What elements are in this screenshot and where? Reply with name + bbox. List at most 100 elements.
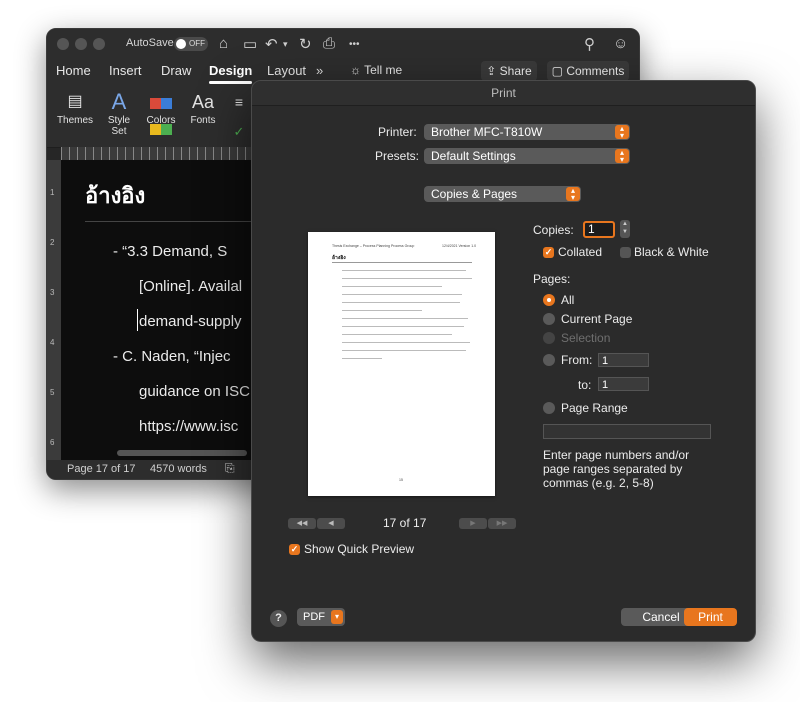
preview-rule <box>332 262 472 263</box>
horizontal-scrollbar[interactable] <box>117 450 247 456</box>
more-options-icon[interactable]: ••• <box>349 39 360 50</box>
themes-button[interactable]: ▤ Themes <box>55 89 95 126</box>
copies-stepper[interactable]: ▲ ▼ <box>620 220 630 238</box>
document-line: guidance on ISC <box>139 383 250 400</box>
text-cursor <box>137 309 138 331</box>
fonts-button[interactable]: Aa Fonts <box>185 89 221 126</box>
show-quick-preview-checkbox[interactable]: ✓ <box>289 544 300 555</box>
document-line: https://www.isc <box>139 418 239 435</box>
colors-icon <box>143 89 179 135</box>
help-button[interactable]: ? <box>270 610 287 627</box>
redo-icon[interactable]: ↻ <box>299 35 312 53</box>
preview-text-line <box>342 270 466 271</box>
horizontal-ruler[interactable] <box>61 147 261 160</box>
from-radio[interactable] <box>543 354 555 366</box>
tab-design[interactable]: Design <box>209 63 253 84</box>
home-icon[interactable]: ⌂ <box>219 35 228 52</box>
themes-icon: ▤ <box>67 93 83 110</box>
print-preview-page: Thesis Exchange – Process Planning Proce… <box>308 232 495 496</box>
printer-select[interactable]: Brother MFC-T810W ▴ ▾ <box>424 124 630 140</box>
title-bar: AutoSave OFF ⌂ ▭ ↶ ▾ ↻ ⎙ ••• ⚲ ☺ <box>47 29 639 59</box>
comments-label: Comments <box>566 64 625 78</box>
lightbulb-icon: ☼ <box>350 63 365 77</box>
page-range-label: Page Range <box>561 401 628 415</box>
copies-input[interactable]: 1 <box>583 221 615 238</box>
selection-label: Selection <box>561 331 611 345</box>
style-set-label-1: Style <box>107 115 131 126</box>
search-icon[interactable]: ⚲ <box>584 35 595 53</box>
pdf-menu-button[interactable]: PDF ▾ <box>297 608 345 626</box>
presets-value: Default Settings <box>431 149 516 163</box>
preview-text-line <box>342 350 466 351</box>
feedback-smiley-icon[interactable]: ☺ <box>613 35 628 52</box>
zoom-window-button[interactable] <box>93 38 105 50</box>
minimize-window-button[interactable] <box>75 38 87 50</box>
to-field[interactable]: 1 <box>598 377 649 391</box>
ruler-number: 3 <box>50 288 55 297</box>
tab-layout[interactable]: Layout <box>267 63 306 78</box>
page-range-field[interactable] <box>543 424 711 439</box>
presets-select[interactable]: Default Settings ▴ ▾ <box>424 148 630 164</box>
ruler-number: 6 <box>50 438 55 447</box>
preview-header-right: 12/4/2021 Version 1.0 <box>442 244 477 248</box>
themes-label: Themes <box>56 115 94 126</box>
undo-dropdown-icon[interactable]: ▾ <box>283 39 288 50</box>
page-indicator[interactable]: Page 17 of 17 <box>67 463 136 475</box>
pages-label: Pages: <box>533 272 571 286</box>
word-count[interactable]: 4570 words <box>150 463 207 475</box>
from-label: From: <box>561 353 593 367</box>
page-counter: 17 of 17 <box>383 516 427 530</box>
print-button[interactable]: Print <box>684 608 737 626</box>
page-range-radio[interactable] <box>543 402 555 414</box>
section-value: Copies & Pages <box>431 187 518 201</box>
tab-draw[interactable]: Draw <box>161 63 191 78</box>
copies-label: Copies: <box>533 223 574 237</box>
save-icon[interactable]: ▭ <box>243 35 257 53</box>
print-icon[interactable]: ⎙ <box>323 35 335 52</box>
ruler-number: 4 <box>50 338 55 347</box>
preview-page-number: 15 <box>399 478 403 482</box>
undo-icon[interactable]: ↶ <box>265 35 278 53</box>
document-line: [Online]. Availal <box>139 278 243 295</box>
share-button[interactable]: ⇪ Share <box>481 61 537 81</box>
preview-header-left: Thesis Exchange – Process Planning Proce… <box>332 244 415 248</box>
fonts-label: Fonts <box>190 115 216 126</box>
style-set-icon: A <box>111 89 127 114</box>
tell-me-search[interactable]: ☼ Tell me <box>350 63 402 77</box>
next-page-button[interactable]: ▶ <box>459 518 487 529</box>
selection-radio[interactable] <box>543 332 555 344</box>
set-as-default-button[interactable]: ✓ <box>229 119 249 145</box>
collated-checkbox[interactable]: ✓ <box>543 247 554 258</box>
to-label: to: <box>578 378 592 392</box>
previous-page-button[interactable]: ◀ <box>317 518 345 529</box>
tab-insert[interactable]: Insert <box>109 63 142 78</box>
proofing-icon[interactable]: ⎘ <box>225 461 235 476</box>
more-tabs-icon[interactable]: » <box>316 63 323 78</box>
first-page-button[interactable]: ◀◀ <box>288 518 316 529</box>
current-page-radio[interactable] <box>543 313 555 325</box>
black-white-checkbox[interactable] <box>620 247 631 258</box>
section-select[interactable]: Copies & Pages ▴ ▾ <box>424 186 581 202</box>
colors-label: Colors <box>146 115 176 126</box>
style-set-button[interactable]: A Style Set <box>101 89 137 137</box>
comments-button[interactable]: ▢ Comments <box>547 61 629 81</box>
vertical-ruler[interactable]: 1 2 3 4 5 6 <box>47 160 61 460</box>
black-white-label: Black & White <box>634 245 709 259</box>
fonts-icon: Aa <box>191 92 215 112</box>
close-window-button[interactable] <box>57 38 69 50</box>
colors-button[interactable]: Colors <box>143 89 179 135</box>
last-page-button[interactable]: ▶▶ <box>488 518 516 529</box>
chevron-updown-icon: ▴ ▾ <box>615 125 629 140</box>
from-field[interactable]: 1 <box>598 353 649 367</box>
pages-all-radio[interactable] <box>543 294 555 306</box>
ruler-number: 2 <box>50 238 55 247</box>
preview-text-line <box>342 358 382 359</box>
ruler-number: 5 <box>50 388 55 397</box>
tab-home[interactable]: Home <box>56 63 91 78</box>
document-line: - C. Naden, “Injec <box>113 348 231 365</box>
paragraph-spacing-button[interactable]: ≡ <box>229 89 249 115</box>
current-page-label: Current Page <box>561 312 633 326</box>
autosave-toggle[interactable]: OFF <box>174 37 208 51</box>
preview-text-line <box>342 334 452 335</box>
preview-text-line <box>342 326 464 327</box>
